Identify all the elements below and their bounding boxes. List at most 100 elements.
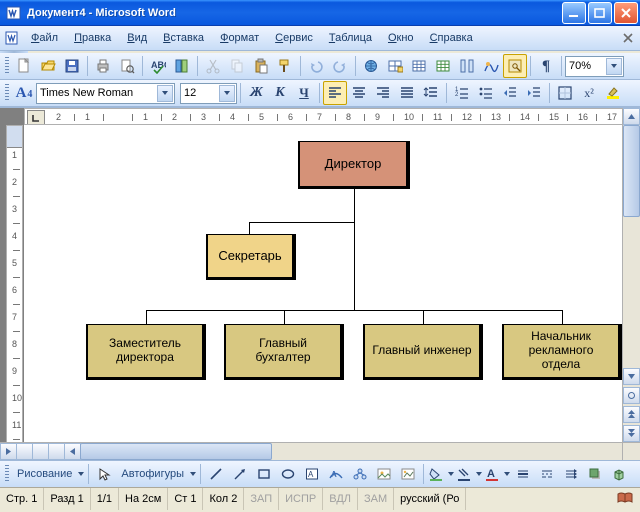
spell-status-icon[interactable] [610, 491, 640, 508]
rectangle-tool-button[interactable] [252, 462, 276, 486]
tables-borders-button[interactable] [383, 54, 407, 78]
zoom-dropdown-icon[interactable] [606, 58, 622, 75]
line-color-button[interactable] [455, 462, 483, 486]
toolbar-grip[interactable] [5, 57, 9, 75]
next-page-button[interactable] [623, 425, 640, 442]
document-control-icon[interactable] [3, 26, 21, 50]
align-center-button[interactable] [347, 81, 371, 105]
decrease-indent-button[interactable] [498, 81, 522, 105]
vertical-scrollbar[interactable] [622, 108, 640, 443]
insert-table-button[interactable] [407, 54, 431, 78]
status-trk[interactable]: ИСПР [279, 488, 323, 510]
bold-button[interactable]: Ж [244, 81, 268, 105]
line-tool-button[interactable] [204, 462, 228, 486]
arrow-tool-button[interactable] [228, 462, 252, 486]
research-button[interactable] [170, 54, 194, 78]
increase-indent-button[interactable] [522, 81, 546, 105]
drawing-toggle-button[interactable] [479, 54, 503, 78]
org-box-accountant[interactable]: Главный бухгалтер [224, 324, 344, 380]
highlight-button[interactable] [601, 81, 625, 105]
tab-selector[interactable] [27, 110, 45, 125]
print-preview-button[interactable] [115, 54, 139, 78]
minimize-button[interactable] [562, 2, 586, 24]
scroll-right-button[interactable] [0, 443, 17, 460]
zoom-combo[interactable]: 70% [565, 56, 624, 77]
status-rec[interactable]: ЗАП [244, 488, 279, 510]
status-lang[interactable]: русский (Ро [394, 488, 466, 510]
italic-button[interactable]: К [268, 81, 292, 105]
undo-button[interactable] [304, 54, 328, 78]
paste-button[interactable] [249, 54, 273, 78]
spellcheck-button[interactable]: ABC [146, 54, 170, 78]
scroll-down-button[interactable] [623, 368, 640, 385]
org-box-advertising[interactable]: Начальник рекламного отдела [502, 324, 622, 380]
font-dropdown-icon[interactable] [157, 85, 173, 102]
shadow-button[interactable] [583, 462, 607, 486]
underline-button[interactable]: Ч [292, 81, 316, 105]
3d-button[interactable] [607, 462, 631, 486]
line-spacing-button[interactable] [419, 81, 443, 105]
menu-format[interactable]: Формат [212, 26, 267, 50]
insert-excel-button[interactable] [431, 54, 455, 78]
textbox-tool-button[interactable]: A [300, 462, 324, 486]
horizontal-ruler[interactable]: 211234567891011121314151617 [24, 108, 623, 125]
org-box-engineer[interactable]: Главный инженер [363, 324, 483, 380]
scroll-thumb-h[interactable] [80, 443, 272, 460]
scroll-up-button[interactable] [623, 108, 640, 125]
scroll-thumb[interactable] [623, 125, 640, 217]
draw-menu-button[interactable]: Рисование [12, 462, 85, 486]
org-box-secretary[interactable]: Секретарь [206, 234, 296, 280]
save-button[interactable] [60, 54, 84, 78]
insert-picture-button[interactable] [396, 462, 420, 486]
dash-style-button[interactable] [535, 462, 559, 486]
toolbar-grip[interactable] [5, 84, 9, 102]
org-box-deputy[interactable]: Заместитель директора [86, 324, 206, 380]
print-button[interactable] [91, 54, 115, 78]
bullets-button[interactable] [474, 81, 498, 105]
cut-button[interactable] [201, 54, 225, 78]
document-map-button[interactable] [503, 54, 527, 78]
scroll-left-button[interactable] [64, 443, 81, 460]
horizontal-scrollbar[interactable] [0, 442, 623, 460]
open-button[interactable] [36, 54, 60, 78]
menu-tools[interactable]: Сервис [267, 26, 321, 50]
columns-button[interactable] [455, 54, 479, 78]
view-web-button[interactable] [16, 443, 33, 460]
align-left-button[interactable] [323, 81, 347, 105]
hyperlink-button[interactable] [359, 54, 383, 78]
format-painter-button[interactable] [273, 54, 297, 78]
superscript-button[interactable]: x² [577, 81, 601, 105]
toolbar-grip[interactable] [5, 465, 9, 483]
browse-object-button[interactable] [623, 387, 640, 404]
arrow-style-button[interactable] [559, 462, 583, 486]
styles-button[interactable]: A4 [12, 81, 36, 105]
prev-page-button[interactable] [623, 406, 640, 423]
close-document-button[interactable] [619, 26, 637, 50]
oval-tool-button[interactable] [276, 462, 300, 486]
maximize-button[interactable] [588, 2, 612, 24]
menu-edit[interactable]: Правка [66, 26, 119, 50]
close-button[interactable] [614, 2, 638, 24]
align-right-button[interactable] [371, 81, 395, 105]
menu-table[interactable]: Таблица [321, 26, 380, 50]
document-page[interactable]: Директор Секретарь Заместитель директора… [24, 125, 623, 443]
diagram-button[interactable] [348, 462, 372, 486]
select-objects-button[interactable] [92, 462, 116, 486]
font-color-button[interactable]: A [483, 462, 511, 486]
font-combo[interactable]: Times New Roman [36, 83, 175, 104]
line-style-button[interactable] [511, 462, 535, 486]
status-ext[interactable]: ВДЛ [323, 488, 358, 510]
clipart-button[interactable] [372, 462, 396, 486]
vertical-ruler[interactable]: 1234567891011 [6, 125, 23, 443]
size-combo[interactable]: 12 [180, 83, 237, 104]
menu-help[interactable]: Справка [422, 26, 481, 50]
size-dropdown-icon[interactable] [219, 85, 235, 102]
menu-view[interactable]: Вид [119, 26, 155, 50]
wordart-button[interactable]: A [324, 462, 348, 486]
autoshapes-button[interactable]: Автофигуры [116, 462, 197, 486]
copy-button[interactable] [225, 54, 249, 78]
justify-button[interactable] [395, 81, 419, 105]
fill-color-button[interactable] [427, 462, 455, 486]
redo-button[interactable] [328, 54, 352, 78]
view-print-button[interactable] [32, 443, 49, 460]
